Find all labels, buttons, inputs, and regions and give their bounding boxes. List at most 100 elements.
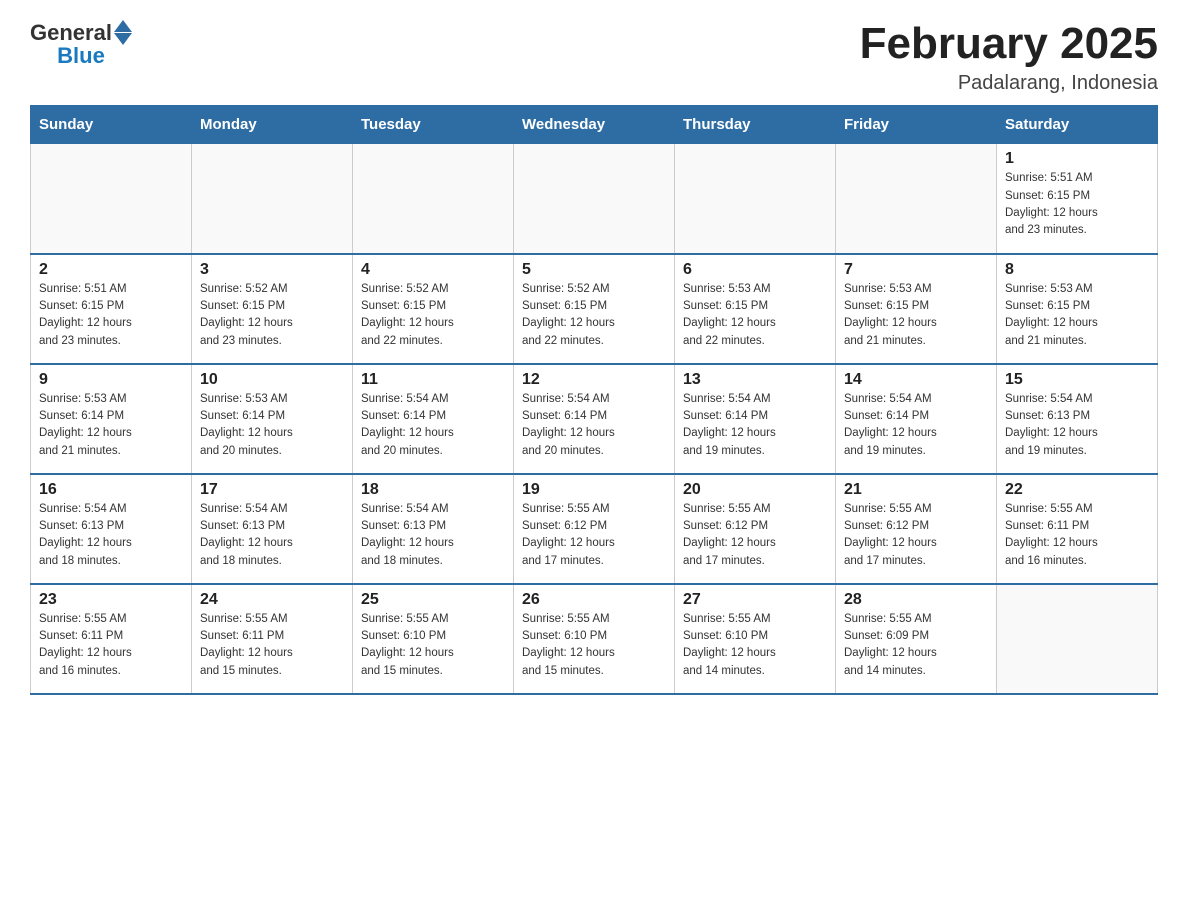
col-monday: Monday: [192, 106, 353, 144]
day-cell: 28 Sunrise: 5:55 AM Sunset: 6:09 PM Dayli…: [836, 584, 997, 694]
day-number: 2: [39, 261, 183, 279]
day-number: 26: [522, 591, 666, 609]
day-number: 8: [1005, 261, 1149, 279]
day-number: 10: [200, 371, 344, 389]
day-cell: 5 Sunrise: 5:52 AM Sunset: 6:15 PM Daylig…: [514, 254, 675, 364]
day-info: Sunrise: 5:55 AM Sunset: 6:10 PM Dayligh…: [522, 611, 666, 680]
day-cell: 27 Sunrise: 5:55 AM Sunset: 6:10 PM Dayli…: [675, 584, 836, 694]
week-row-2: 2 Sunrise: 5:51 AM Sunset: 6:15 PM Daylig…: [31, 254, 1158, 364]
calendar-table: Sunday Monday Tuesday Wednesday Thursday…: [30, 105, 1158, 695]
day-number: 24: [200, 591, 344, 609]
day-number: 7: [844, 261, 988, 279]
day-info: Sunrise: 5:55 AM Sunset: 6:11 PM Dayligh…: [39, 611, 183, 680]
day-info: Sunrise: 5:55 AM Sunset: 6:10 PM Dayligh…: [683, 611, 827, 680]
day-info: Sunrise: 5:54 AM Sunset: 6:14 PM Dayligh…: [844, 391, 988, 460]
day-cell: 24 Sunrise: 5:55 AM Sunset: 6:11 PM Dayli…: [192, 584, 353, 694]
day-cell: 19 Sunrise: 5:55 AM Sunset: 6:12 PM Dayli…: [514, 474, 675, 584]
week-row-5: 23 Sunrise: 5:55 AM Sunset: 6:11 PM Dayli…: [31, 584, 1158, 694]
day-cell: 3 Sunrise: 5:52 AM Sunset: 6:15 PM Daylig…: [192, 254, 353, 364]
day-number: 13: [683, 371, 827, 389]
day-cell: 25 Sunrise: 5:55 AM Sunset: 6:10 PM Dayli…: [353, 584, 514, 694]
day-info: Sunrise: 5:55 AM Sunset: 6:12 PM Dayligh…: [522, 501, 666, 570]
day-info: Sunrise: 5:54 AM Sunset: 6:14 PM Dayligh…: [522, 391, 666, 460]
day-number: 12: [522, 371, 666, 389]
col-thursday: Thursday: [675, 106, 836, 144]
day-number: 16: [39, 481, 183, 499]
day-number: 1: [1005, 150, 1149, 168]
day-info: Sunrise: 5:54 AM Sunset: 6:14 PM Dayligh…: [361, 391, 505, 460]
day-info: Sunrise: 5:53 AM Sunset: 6:14 PM Dayligh…: [39, 391, 183, 460]
day-cell: [192, 144, 353, 254]
day-cell: 13 Sunrise: 5:54 AM Sunset: 6:14 PM Dayli…: [675, 364, 836, 474]
day-cell: [675, 144, 836, 254]
day-number: 5: [522, 261, 666, 279]
col-tuesday: Tuesday: [353, 106, 514, 144]
day-info: Sunrise: 5:54 AM Sunset: 6:13 PM Dayligh…: [39, 501, 183, 570]
day-info: Sunrise: 5:51 AM Sunset: 6:15 PM Dayligh…: [1005, 170, 1149, 239]
day-info: Sunrise: 5:52 AM Sunset: 6:15 PM Dayligh…: [200, 281, 344, 350]
day-cell: 2 Sunrise: 5:51 AM Sunset: 6:15 PM Daylig…: [31, 254, 192, 364]
day-info: Sunrise: 5:55 AM Sunset: 6:12 PM Dayligh…: [844, 501, 988, 570]
day-number: 18: [361, 481, 505, 499]
day-cell: 4 Sunrise: 5:52 AM Sunset: 6:15 PM Daylig…: [353, 254, 514, 364]
day-info: Sunrise: 5:53 AM Sunset: 6:15 PM Dayligh…: [1005, 281, 1149, 350]
day-number: 28: [844, 591, 988, 609]
day-cell: [836, 144, 997, 254]
page-header: General Blue February 2025 Padalarang, I…: [30, 20, 1158, 95]
day-number: 6: [683, 261, 827, 279]
day-info: Sunrise: 5:55 AM Sunset: 6:11 PM Dayligh…: [200, 611, 344, 680]
day-number: 23: [39, 591, 183, 609]
day-info: Sunrise: 5:55 AM Sunset: 6:12 PM Dayligh…: [683, 501, 827, 570]
day-number: 25: [361, 591, 505, 609]
day-number: 4: [361, 261, 505, 279]
day-number: 11: [361, 371, 505, 389]
day-info: Sunrise: 5:55 AM Sunset: 6:09 PM Dayligh…: [844, 611, 988, 680]
day-cell: 18Sunrise: 5:54 AM Sunset: 6:13 PM Dayli…: [353, 474, 514, 584]
day-cell: 1 Sunrise: 5:51 AM Sunset: 6:15 PM Daylig…: [997, 144, 1158, 254]
calendar-subtitle: Padalarang, Indonesia: [860, 72, 1158, 95]
day-info: Sunrise: 5:51 AM Sunset: 6:15 PM Dayligh…: [39, 281, 183, 350]
day-info: Sunrise: 5:52 AM Sunset: 6:15 PM Dayligh…: [361, 281, 505, 350]
day-info: Sunrise: 5:52 AM Sunset: 6:15 PM Dayligh…: [522, 281, 666, 350]
day-cell: 22Sunrise: 5:55 AM Sunset: 6:11 PM Dayli…: [997, 474, 1158, 584]
calendar-body: 1 Sunrise: 5:51 AM Sunset: 6:15 PM Daylig…: [31, 144, 1158, 694]
week-row-1: 1 Sunrise: 5:51 AM Sunset: 6:15 PM Daylig…: [31, 144, 1158, 254]
week-row-3: 9 Sunrise: 5:53 AM Sunset: 6:14 PM Daylig…: [31, 364, 1158, 474]
header-row: Sunday Monday Tuesday Wednesday Thursday…: [31, 106, 1158, 144]
day-cell: 11 Sunrise: 5:54 AM Sunset: 6:14 PM Dayli…: [353, 364, 514, 474]
day-number: 9: [39, 371, 183, 389]
day-cell: 16 Sunrise: 5:54 AM Sunset: 6:13 PM Dayli…: [31, 474, 192, 584]
day-cell: 20 Sunrise: 5:55 AM Sunset: 6:12 PM Dayli…: [675, 474, 836, 584]
day-cell: 15 Sunrise: 5:54 AM Sunset: 6:13 PM Dayli…: [997, 364, 1158, 474]
day-cell: [997, 584, 1158, 694]
day-cell: [353, 144, 514, 254]
day-number: 14: [844, 371, 988, 389]
calendar-header: Sunday Monday Tuesday Wednesday Thursday…: [31, 106, 1158, 144]
day-cell: [514, 144, 675, 254]
day-cell: 6Sunrise: 5:53 AM Sunset: 6:15 PM Daylig…: [675, 254, 836, 364]
day-cell: 17Sunrise: 5:54 AM Sunset: 6:13 PM Dayli…: [192, 474, 353, 584]
day-number: 22: [1005, 481, 1149, 499]
day-cell: [31, 144, 192, 254]
col-saturday: Saturday: [997, 106, 1158, 144]
day-number: 20: [683, 481, 827, 499]
day-info: Sunrise: 5:53 AM Sunset: 6:14 PM Dayligh…: [200, 391, 344, 460]
day-number: 19: [522, 481, 666, 499]
day-number: 21: [844, 481, 988, 499]
day-cell: 9 Sunrise: 5:53 AM Sunset: 6:14 PM Daylig…: [31, 364, 192, 474]
day-cell: 12 Sunrise: 5:54 AM Sunset: 6:14 PM Dayli…: [514, 364, 675, 474]
day-info: Sunrise: 5:55 AM Sunset: 6:10 PM Dayligh…: [361, 611, 505, 680]
day-info: Sunrise: 5:54 AM Sunset: 6:13 PM Dayligh…: [1005, 391, 1149, 460]
logo: General Blue: [30, 20, 132, 67]
col-sunday: Sunday: [31, 106, 192, 144]
day-cell: 7 Sunrise: 5:53 AM Sunset: 6:15 PM Daylig…: [836, 254, 997, 364]
day-info: Sunrise: 5:53 AM Sunset: 6:15 PM Dayligh…: [844, 281, 988, 350]
day-number: 3: [200, 261, 344, 279]
title-block: February 2025 Padalarang, Indonesia: [860, 20, 1158, 95]
day-number: 15: [1005, 371, 1149, 389]
day-cell: 8 Sunrise: 5:53 AM Sunset: 6:15 PM Daylig…: [997, 254, 1158, 364]
day-number: 27: [683, 591, 827, 609]
day-info: Sunrise: 5:54 AM Sunset: 6:13 PM Dayligh…: [200, 501, 344, 570]
day-info: Sunrise: 5:54 AM Sunset: 6:14 PM Dayligh…: [683, 391, 827, 460]
calendar-title: February 2025: [860, 20, 1158, 68]
